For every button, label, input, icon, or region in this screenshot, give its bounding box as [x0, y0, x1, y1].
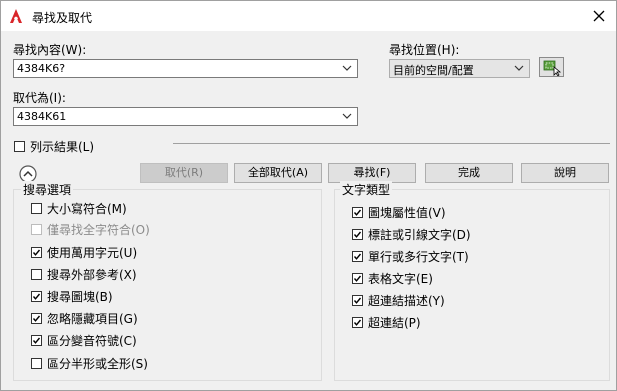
- use-wildcards-label: 使用萬用字元(U): [47, 246, 138, 260]
- whole-words-label: 僅尋找全字符合(O): [47, 223, 150, 237]
- checkmark-icon: [353, 231, 362, 238]
- match-halfwidth-checkbox[interactable]: [31, 358, 42, 369]
- select-objects-icon: [543, 60, 562, 77]
- whole-words-checkbox: [31, 224, 42, 235]
- find-replace-dialog: 尋找及取代 尋找內容(W): 4384K6? 取代為(I): 4384K61 尋…: [0, 0, 617, 391]
- find-what-combobox[interactable]: 4384K6?: [13, 59, 358, 78]
- checkmark-icon: [32, 337, 41, 344]
- find-where-value: 目前的空間/配置: [393, 64, 474, 77]
- replace-with-combobox[interactable]: 4384K61: [13, 107, 358, 126]
- search-options-title: 搜尋選項: [21, 181, 74, 198]
- chevron-down-icon: [514, 65, 524, 71]
- block-attribute-label: 圖塊屬性值(V): [368, 206, 446, 220]
- checkmark-icon: [353, 253, 362, 260]
- match-diacritics-checkbox[interactable]: [31, 335, 42, 346]
- help-button[interactable]: 說明: [521, 163, 609, 183]
- search-options-group: [13, 189, 322, 381]
- replace-button[interactable]: 取代(R): [140, 163, 228, 183]
- search-blocks-checkbox[interactable]: [31, 291, 42, 302]
- close-icon[interactable]: [589, 7, 609, 25]
- select-objects-button[interactable]: [539, 57, 564, 77]
- hyperlink-description-checkbox[interactable]: [352, 295, 363, 306]
- checkmark-icon: [353, 297, 362, 304]
- single-multiline-checkbox[interactable]: [352, 251, 363, 262]
- window-title: 尋找及取代: [32, 11, 93, 25]
- find-what-value: 4384K6?: [17, 62, 66, 75]
- search-blocks-label: 搜尋圖塊(B): [47, 290, 113, 304]
- checkmark-icon: [32, 249, 41, 256]
- ignore-hidden-checkbox[interactable]: [31, 313, 42, 324]
- chevron-down-icon: [342, 65, 352, 71]
- search-xrefs-checkbox[interactable]: [31, 269, 42, 280]
- autocad-logo-icon: [9, 8, 23, 24]
- table-text-label: 表格文字(E): [368, 272, 433, 286]
- ignore-hidden-label: 忽略隱藏項目(G): [47, 312, 138, 326]
- divider: [173, 143, 610, 144]
- dimension-leader-label: 標註或引線文字(D): [368, 228, 471, 242]
- list-results-checkbox[interactable]: [14, 141, 25, 152]
- find-where-label: 尋找位置(H):: [389, 43, 460, 57]
- hyperlink-checkbox[interactable]: [352, 317, 363, 328]
- checkmark-icon: [32, 315, 41, 322]
- done-button[interactable]: 完成: [425, 163, 513, 183]
- table-text-checkbox[interactable]: [352, 273, 363, 284]
- checkmark-icon: [353, 275, 362, 282]
- single-multiline-label: 單行或多行文字(T): [368, 250, 469, 264]
- match-case-checkbox[interactable]: [31, 203, 42, 214]
- block-attribute-checkbox[interactable]: [352, 207, 363, 218]
- replace-with-value: 4384K61: [17, 110, 67, 123]
- replace-all-button[interactable]: 全部取代(A): [234, 163, 322, 183]
- match-diacritics-label: 區分變音符號(C): [47, 334, 137, 348]
- match-halfwidth-label: 區分半形或全形(S): [47, 357, 148, 371]
- search-xrefs-label: 搜尋外部參考(X): [47, 268, 137, 282]
- use-wildcards-checkbox[interactable]: [31, 247, 42, 258]
- chevron-down-icon: [342, 113, 352, 119]
- checkmark-icon: [353, 209, 362, 216]
- find-where-dropdown[interactable]: 目前的空間/配置: [389, 59, 530, 78]
- checkmark-icon: [353, 319, 362, 326]
- match-case-label: 大小寫符合(M): [47, 202, 127, 216]
- dimension-leader-checkbox[interactable]: [352, 229, 363, 240]
- find-button[interactable]: 尋找(F): [328, 163, 416, 183]
- title-bar: 尋找及取代: [1, 1, 616, 31]
- hyperlink-description-label: 超連結描述(Y): [368, 294, 445, 308]
- list-results-label: 列示結果(L): [30, 140, 95, 154]
- find-what-label: 尋找內容(W):: [13, 43, 87, 57]
- hyperlink-label: 超連結(P): [368, 316, 421, 330]
- text-types-title: 文字類型: [340, 181, 393, 198]
- checkmark-icon: [32, 293, 41, 300]
- replace-with-label: 取代為(I):: [13, 91, 66, 105]
